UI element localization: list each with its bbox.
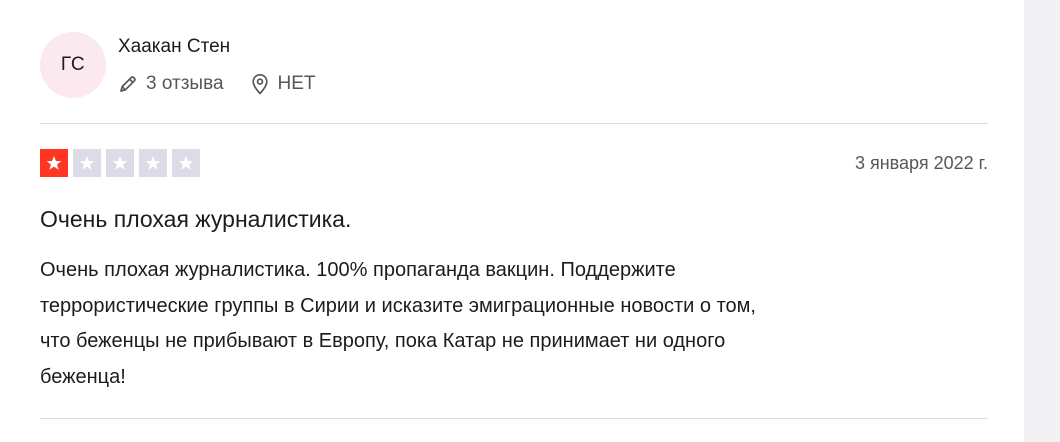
review-card: ГС Хаакан Стен 3 отзыва НЕТ 3 января 202… (40, 0, 988, 442)
star-icon-empty (73, 149, 101, 177)
review-body: Очень плохая журналистика. 100% пропаган… (40, 253, 988, 395)
reviewer-meta: 3 отзыва НЕТ (118, 70, 316, 98)
pencil-icon (118, 74, 138, 94)
page: ГС Хаакан Стен 3 отзыва НЕТ 3 января 202… (0, 0, 1060, 442)
divider (40, 418, 988, 419)
country-label: НЕТ (277, 73, 316, 94)
review-date: 3 января 2022 г. (854, 153, 988, 173)
star-icon-empty (172, 149, 200, 177)
review-body-line: террористические группы в Сирии и искази… (40, 294, 756, 317)
avatar[interactable]: ГС (40, 32, 106, 98)
divider (40, 123, 988, 124)
avatar-initials: ГС (60, 54, 86, 75)
star-icon-empty (139, 149, 167, 177)
location-pin-icon (250, 73, 270, 95)
star-rating (40, 149, 205, 177)
star-icon-filled (40, 149, 68, 177)
reviewer-name[interactable]: Хаакан Стен (118, 36, 230, 58)
review-body-line: беженца! (40, 365, 126, 388)
page-background-strip (1024, 0, 1060, 442)
star-icon-empty (106, 149, 134, 177)
review-body-line: Очень плохая журналистика. 100% пропаган… (40, 259, 676, 281)
review-body-line: что беженцы не прибывают в Европу, пока … (40, 330, 726, 352)
reviews-count-label: 3 отзыва (146, 73, 224, 94)
reviewer-country: НЕТ (250, 73, 316, 95)
reviews-count: 3 отзыва (118, 73, 224, 95)
review-title[interactable]: Очень плохая журналистика. (40, 206, 351, 233)
